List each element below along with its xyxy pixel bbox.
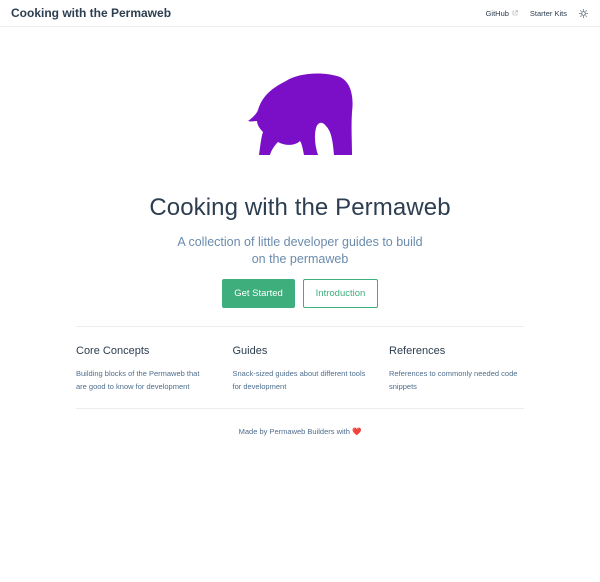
heart-icon: ❤️ [352,427,362,436]
features: Core Concepts Building blocks of the Per… [76,345,524,393]
footer: Made by Permaweb Builders with ❤️ [0,427,600,436]
external-link-icon [512,10,518,16]
sun-icon [579,8,588,18]
navbar: Cooking with the Permaweb GitHub Starter… [0,0,600,27]
feature-details: References to commonly needed code snipp… [389,369,518,391]
footer-divider [76,408,524,409]
footer-text: Made by Permaweb Builders with [238,427,350,436]
introduction-button[interactable]: Introduction [303,279,378,308]
hero-actions: Get Started Introduction [222,279,378,308]
theme-toggle-button[interactable] [579,8,588,18]
get-started-button[interactable]: Get Started [222,279,295,308]
feature-core-concepts: Core Concepts Building blocks of the Per… [76,345,211,393]
nav-link-github-label: GitHub [485,8,509,18]
nav-link-starter-kits[interactable]: Starter Kits [530,9,567,18]
elephant-logo [248,73,353,155]
feature-guides: Guides Snack-sized guides about differen… [233,345,368,393]
feature-title: Guides [232,345,268,357]
site-title-link[interactable]: Cooking with the Permaweb [11,6,171,20]
features-top-divider [76,326,524,327]
feature-references: References References to commonly needed… [389,345,524,393]
feature-details: Snack-sized guides about different tools… [232,369,366,391]
hero-title: Cooking with the Permaweb [149,194,451,221]
feature-title: References [389,345,446,357]
hero-description: A collection of little developer guides … [177,235,423,266]
feature-title: Core Concepts [76,345,150,357]
feature-details: Building blocks of the Permaweb that are… [76,369,200,391]
nav-links: GitHub Starter Kits [474,9,588,18]
nav-link-github[interactable]: GitHub [486,9,518,18]
